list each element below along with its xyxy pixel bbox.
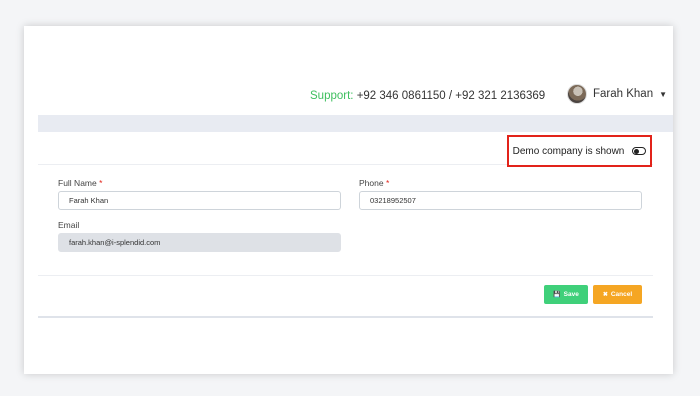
demo-company-text: Demo company is shown	[512, 145, 625, 157]
card-footer: 💾 Save ✖ Cancel	[38, 275, 653, 316]
support-label: Support:	[310, 90, 354, 102]
card-header: Demo company is shown	[38, 132, 653, 167]
app-window: Support: +92 346 0861150 / +92 321 21363…	[24, 26, 673, 374]
save-button[interactable]: 💾 Save	[544, 285, 588, 304]
required-marker: *	[385, 178, 390, 188]
full-name-input[interactable]: Farah Khan	[58, 191, 341, 210]
full-name-label: Full Name *	[58, 178, 102, 188]
toggle-icon[interactable]	[632, 147, 647, 155]
user-menu[interactable]: Farah Khan ▼	[567, 84, 667, 104]
support-info: Support: +92 346 0861150 / +92 321 21363…	[310, 90, 545, 102]
page-band	[38, 115, 673, 132]
save-icon: 💾	[553, 292, 561, 298]
required-marker: *	[99, 178, 103, 188]
demo-company-toggle-box[interactable]: Demo company is shown	[507, 135, 652, 167]
email-input: farah.khan@i-splendid.com	[58, 233, 341, 252]
user-name[interactable]: Farah Khan	[593, 88, 653, 100]
email-label: Email	[58, 220, 80, 230]
profile-card: Demo company is shown Full Name * Farah …	[38, 132, 653, 318]
support-numbers: +92 346 0861150 / +92 321 2136369	[356, 90, 546, 102]
avatar[interactable]	[567, 84, 587, 104]
cancel-button[interactable]: ✖ Cancel	[593, 285, 642, 304]
phone-label: Phone *	[359, 178, 389, 188]
cancel-label: Cancel	[610, 291, 633, 298]
full-name-label-text: Full Name	[58, 178, 97, 188]
top-bar: Support: +92 346 0861150 / +92 321 21363…	[24, 26, 673, 115]
save-label: Save	[563, 291, 579, 298]
close-icon: ✖	[602, 292, 608, 298]
phone-input[interactable]: 03218952507	[359, 191, 642, 210]
caret-down-icon[interactable]: ▼	[659, 90, 667, 99]
phone-label-text: Phone	[359, 178, 384, 188]
